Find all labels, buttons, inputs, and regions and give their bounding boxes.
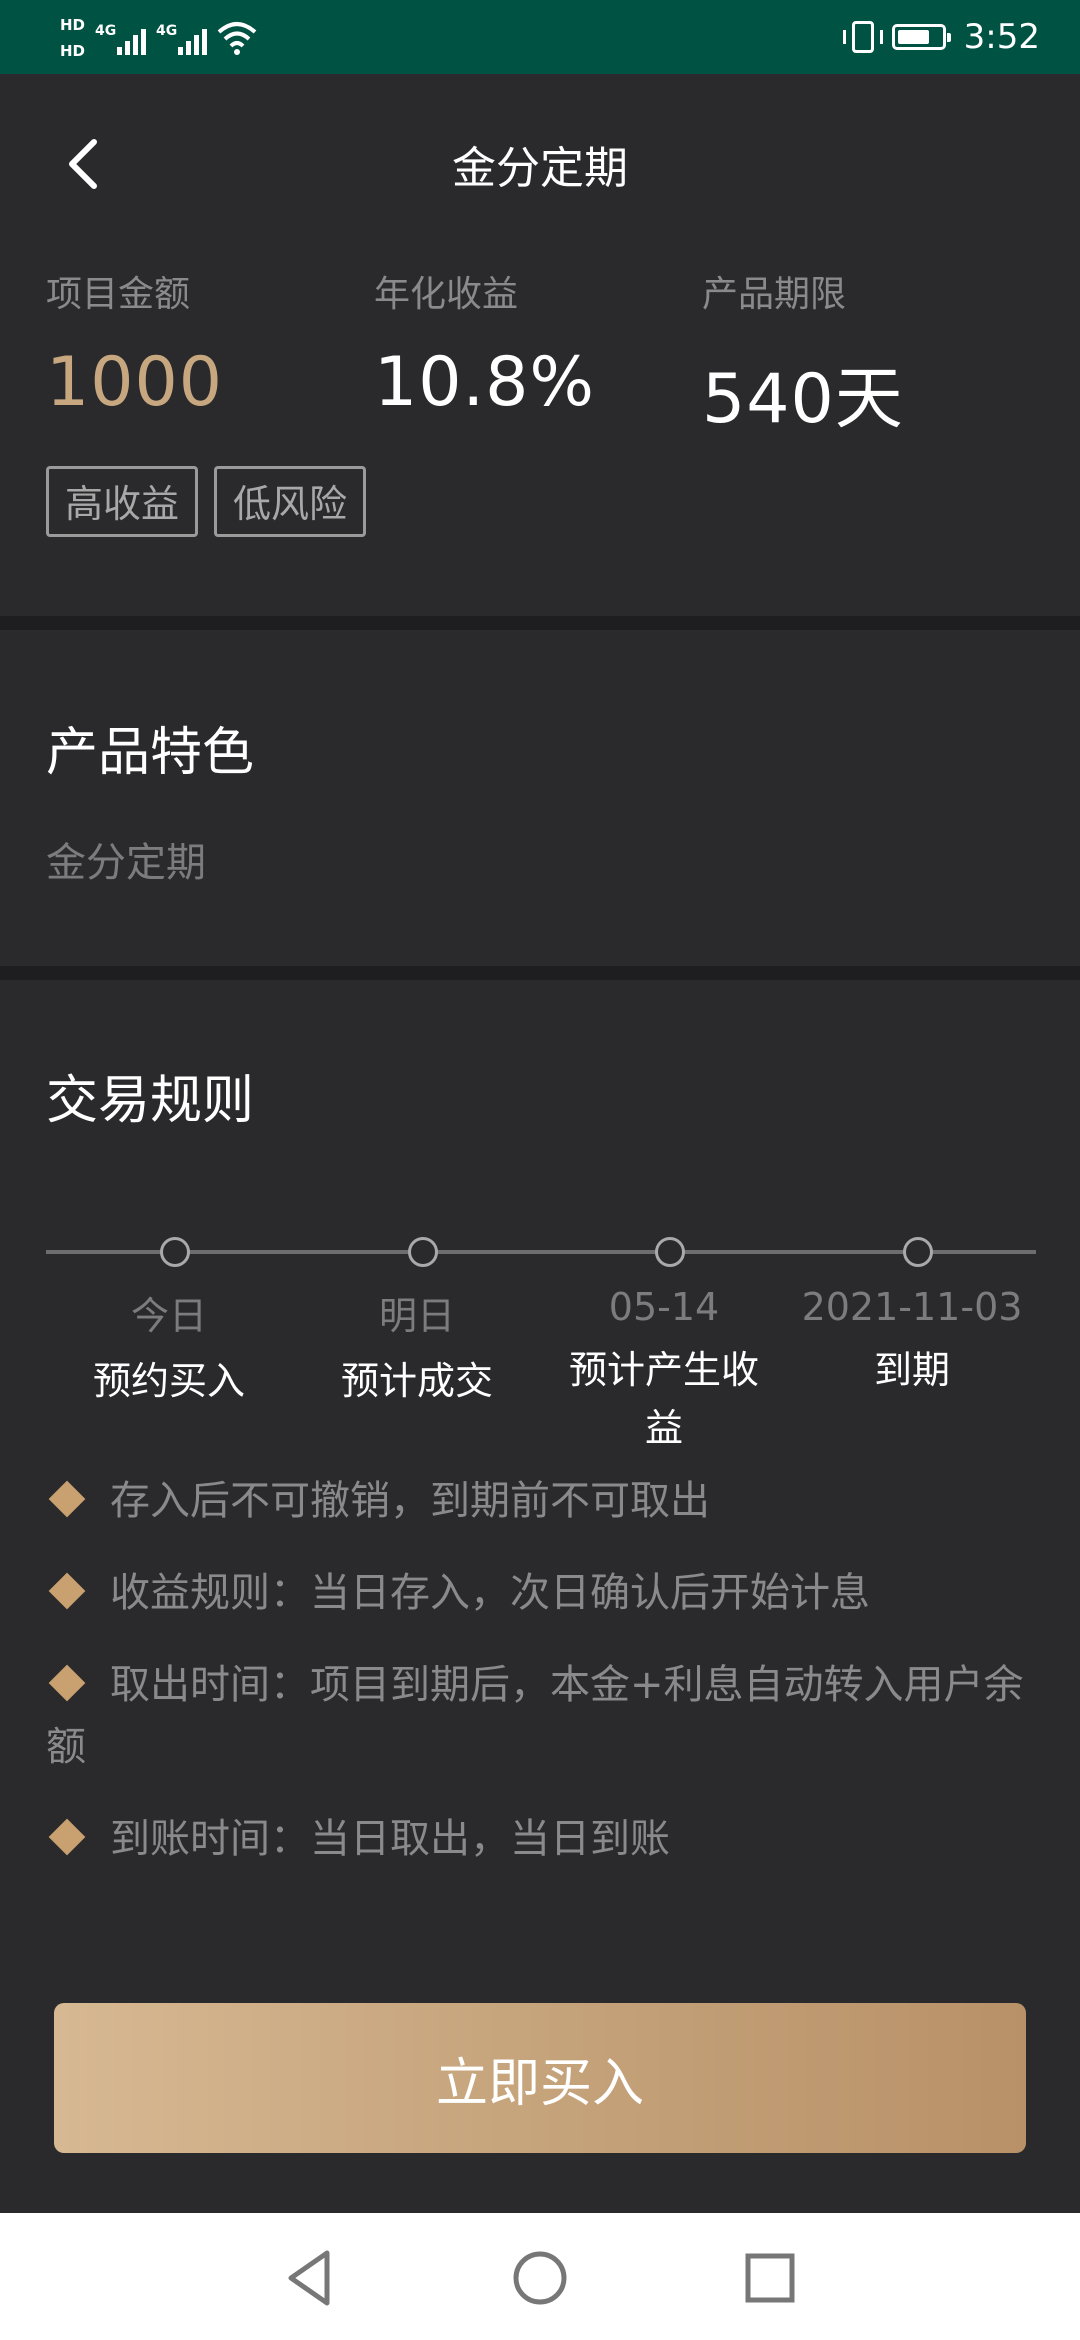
tag-high-yield: 高收益 xyxy=(46,466,199,537)
term-value: 540天 xyxy=(702,360,904,439)
features-title: 产品特色 xyxy=(46,723,255,783)
divider xyxy=(0,966,1080,980)
amount-value: 1000 xyxy=(46,343,224,422)
product-summary: 项目金额 1000 年化收益 10.8% 产品期限 540天 xyxy=(46,265,1046,465)
vibrate-icon xyxy=(842,21,883,53)
tag-list: 高收益 低风险 xyxy=(46,466,367,537)
page-title: 金分定期 xyxy=(452,143,628,194)
wifi-icon xyxy=(217,22,257,55)
battery-icon xyxy=(891,24,951,50)
stat-yield: 年化收益 10.8% xyxy=(374,274,596,422)
system-nav-bar xyxy=(0,2213,1080,2340)
diamond-bullet-icon xyxy=(48,1818,86,1856)
timeline-dot xyxy=(655,1237,685,1267)
timeline-step: 明日 预计成交 xyxy=(340,1294,493,1403)
timeline-step: 今日 预约买入 xyxy=(92,1294,245,1403)
timeline-dot xyxy=(903,1237,933,1267)
clock: 3:52 xyxy=(963,17,1040,57)
rules-list: 存入后不可撤销，到期前不可取出 收益规则：当日存入，次日确认后开始计息 取出时间… xyxy=(46,1470,1036,1900)
back-icon[interactable] xyxy=(275,2243,345,2313)
list-item: 存入后不可撤销，到期前不可取出 xyxy=(46,1470,1036,1532)
buy-now-button[interactable]: 立即买入 xyxy=(54,2003,1026,2153)
list-item: 到账时间：当日取出，当日到账 xyxy=(46,1808,1036,1870)
home-icon[interactable] xyxy=(505,2243,575,2313)
timeline-dot xyxy=(408,1237,438,1267)
signal-icon: 4G xyxy=(156,21,208,55)
diamond-bullet-icon xyxy=(48,1480,86,1518)
signal-icon: 4G xyxy=(95,21,147,55)
stat-term: 产品期限 540天 xyxy=(702,265,904,442)
stat-amount: 项目金额 1000 xyxy=(46,274,224,422)
features-text: 金分定期 xyxy=(46,840,206,886)
timeline-step: 2021-11-03 到期 xyxy=(801,1285,1023,1392)
timeline-dot xyxy=(160,1237,190,1267)
yield-value: 10.8% xyxy=(374,343,596,422)
list-item: 取出时间：项目到期后，本金+利息自动转入用户余额 xyxy=(46,1662,1024,1770)
timeline-step: 05-14 预计产生收益 xyxy=(568,1285,759,1450)
divider xyxy=(0,616,1080,630)
timeline-line xyxy=(46,1250,1036,1254)
recents-icon[interactable] xyxy=(735,2243,805,2313)
diamond-bullet-icon xyxy=(48,1664,86,1702)
header: 金分定期 xyxy=(0,74,1080,254)
hd-indicator: HD HD xyxy=(60,16,86,60)
tag-low-risk: 低风险 xyxy=(214,466,367,537)
status-bar: HD HD 4G 4G 3:52 xyxy=(0,0,1080,74)
diamond-bullet-icon xyxy=(48,1572,86,1610)
rules-title: 交易规则 xyxy=(46,1071,255,1131)
list-item: 收益规则：当日存入，次日确认后开始计息 xyxy=(46,1562,1036,1624)
